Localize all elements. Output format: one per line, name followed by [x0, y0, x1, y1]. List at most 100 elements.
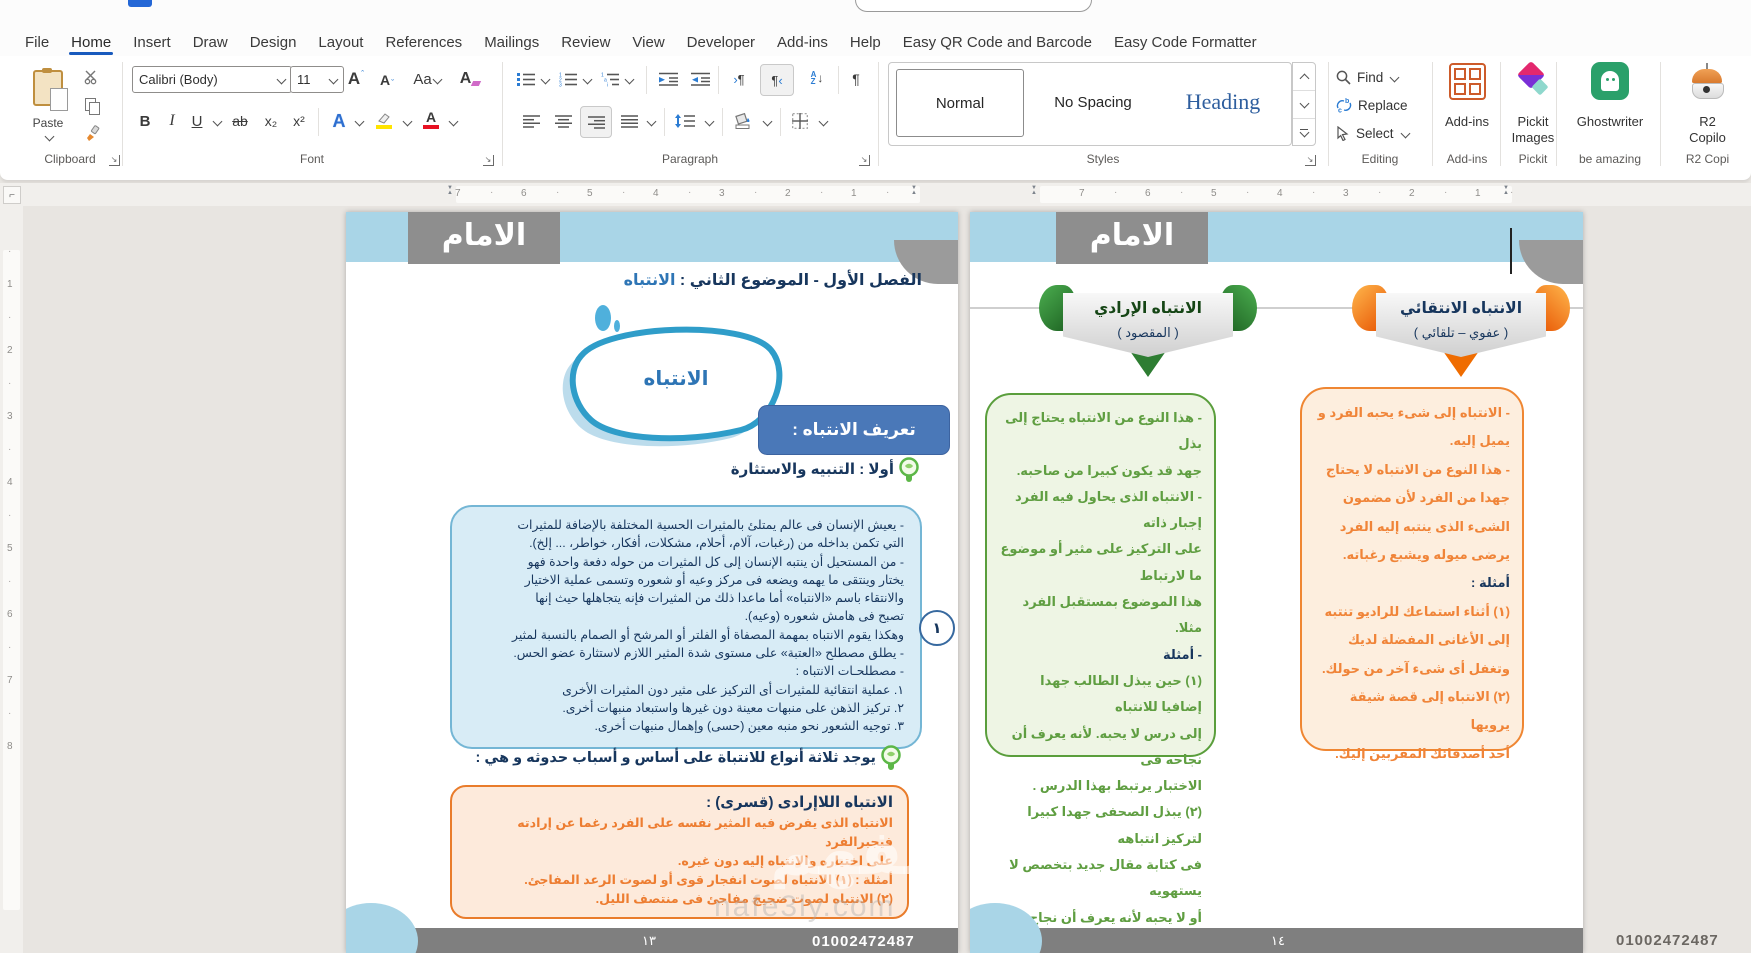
- rtl-direction-button[interactable]: ¶‹: [760, 64, 794, 96]
- ruler-mark: ·: [1114, 187, 1118, 198]
- tab-design[interactable]: Design: [239, 28, 308, 56]
- cut-button[interactable]: [80, 66, 104, 88]
- decrease-indent-button[interactable]: [686, 66, 714, 92]
- search-box-remnant[interactable]: [855, 0, 1092, 12]
- tab-easy-qr[interactable]: Easy QR Code and Barcode: [892, 28, 1103, 56]
- ghostwriter-button[interactable]: [1591, 62, 1629, 100]
- shading-button[interactable]: [728, 106, 758, 134]
- r2-copilot-button[interactable]: [1688, 60, 1726, 102]
- ruler-mark: 1: [7, 279, 13, 290]
- justify-button[interactable]: [616, 108, 642, 134]
- chapter-title-topic: الانتباه: [623, 272, 676, 289]
- style-normal[interactable]: Normal: [896, 69, 1024, 137]
- tab-layout[interactable]: Layout: [307, 28, 374, 56]
- page-right[interactable]: الامام الانتباه الإرادي ( المقصود ) الان…: [970, 212, 1583, 953]
- tab-help[interactable]: Help: [839, 28, 892, 56]
- definition-heading-box: تعريف الانتباه :: [758, 405, 950, 455]
- tab-references[interactable]: References: [374, 28, 473, 56]
- multilevel-list-button[interactable]: 1ai: [598, 66, 622, 92]
- right-indent-marker-right-page[interactable]: ▼ ▲: [1503, 185, 1509, 196]
- chapter-title: الفصل الأول - الموضوع الثاني : الانتباه: [486, 270, 922, 290]
- format-painter-button[interactable]: [80, 122, 104, 144]
- paste-label: Paste: [32, 116, 64, 130]
- grow-font-button[interactable]: Aˆ: [342, 66, 370, 92]
- font-size-combo[interactable]: 11: [290, 66, 344, 93]
- ruler-mark: ·: [754, 187, 758, 198]
- copy-button[interactable]: [80, 94, 104, 116]
- footer-phone-left: 01002472487: [812, 933, 915, 950]
- ruler-mark: ·: [490, 187, 494, 198]
- tab-home[interactable]: Home: [60, 28, 122, 56]
- change-case-button[interactable]: Aa: [408, 66, 446, 92]
- paragraph-dialog-launcher[interactable]: ↘: [859, 155, 870, 166]
- superscript-button[interactable]: x²: [286, 108, 312, 134]
- styles-dialog-launcher[interactable]: ↘: [1305, 155, 1316, 166]
- svg-text:b: b: [1345, 98, 1349, 105]
- increase-indent-button[interactable]: [654, 66, 682, 92]
- font-dialog-launcher[interactable]: ↘: [483, 155, 494, 166]
- indent-marker[interactable]: ▼ ▲: [447, 185, 453, 196]
- clear-formatting-button[interactable]: A: [456, 66, 484, 92]
- borders-button[interactable]: [786, 108, 814, 134]
- tab-view[interactable]: View: [621, 28, 675, 56]
- strikethrough-button[interactable]: ab: [226, 108, 254, 134]
- numbering-button[interactable]: 123: [556, 66, 580, 92]
- ruler-mark: ·: [556, 187, 560, 198]
- add-ins-button[interactable]: [1448, 62, 1486, 100]
- logo-text-right: الامام: [1089, 218, 1175, 252]
- tab-mailings[interactable]: Mailings: [473, 28, 550, 56]
- right-indent-marker[interactable]: ▼ ▲: [911, 185, 917, 196]
- paste-button[interactable]: Paste: [24, 62, 72, 148]
- font-name-combo[interactable]: Calibri (Body): [132, 66, 292, 93]
- paint-bucket-icon: [735, 112, 750, 129]
- ruler-mark: 6: [7, 609, 13, 620]
- pickit-button[interactable]: [1516, 60, 1552, 98]
- styles-scroll: [1292, 62, 1316, 146]
- tab-review[interactable]: Review: [550, 28, 621, 56]
- tab-file[interactable]: File: [14, 28, 60, 56]
- text-effects-button[interactable]: A: [326, 108, 352, 134]
- info-line: ١. عملية انتقائية للمثيرات أى التركيز عل…: [562, 682, 904, 697]
- clipboard-group-label: Clipboard: [44, 152, 96, 166]
- ruler-mark: ·: [8, 378, 12, 389]
- align-center-button[interactable]: [550, 108, 576, 134]
- tab-draw[interactable]: Draw: [182, 28, 239, 56]
- show-hide-marks-button[interactable]: ¶: [844, 66, 868, 92]
- clipboard-dialog-launcher[interactable]: ↘: [109, 155, 120, 166]
- ltr-direction-button[interactable]: ›¶: [724, 66, 754, 92]
- tab-insert[interactable]: Insert: [122, 28, 182, 56]
- selective-attention-box: - الانتباه إلى شىء يحبه الفرد و يميل إليه…: [1300, 387, 1524, 761]
- select-button[interactable]: Select: [1336, 120, 1428, 146]
- highlight-color-button[interactable]: [370, 106, 398, 134]
- horizontal-ruler[interactable]: [0, 183, 1751, 206]
- sort-button[interactable]: AZ ↓: [802, 64, 832, 92]
- align-right-button[interactable]: [580, 106, 612, 138]
- style-no-spacing[interactable]: No Spacing: [1030, 69, 1156, 135]
- shrink-font-button[interactable]: Aˇ: [374, 68, 400, 92]
- indent-marker-right-page[interactable]: ▼ ▲: [1031, 185, 1037, 196]
- replace-button[interactable]: bc Replace: [1336, 92, 1428, 118]
- vertical-ruler[interactable]: [0, 206, 23, 953]
- align-left-button[interactable]: [518, 108, 544, 134]
- ruler-mark: 3: [719, 188, 725, 199]
- line-spacing-button[interactable]: [670, 108, 700, 134]
- subscript-button[interactable]: x₂: [258, 108, 284, 134]
- font-color-button[interactable]: A: [418, 106, 444, 134]
- page-left[interactable]: الامام الفصل الأول - الموضوع الثاني : ال…: [346, 212, 958, 953]
- italic-button[interactable]: I: [162, 108, 182, 134]
- tab-developer[interactable]: Developer: [676, 28, 766, 56]
- bullets-button[interactable]: [514, 66, 538, 92]
- tab-selector[interactable]: ⌐: [3, 186, 21, 204]
- tab-easy-code-formatter[interactable]: Easy Code Formatter: [1103, 28, 1268, 56]
- styles-more-button[interactable]: [1293, 119, 1315, 146]
- tab-add-ins[interactable]: Add-ins: [766, 28, 839, 56]
- style-heading[interactable]: Heading: [1164, 69, 1282, 135]
- find-button[interactable]: Find: [1336, 64, 1426, 90]
- styles-scroll-up[interactable]: [1293, 63, 1315, 91]
- styles-scroll-down[interactable]: [1293, 91, 1315, 119]
- info-line: - يطلق مصطلح «العتبة» على مستوى شدة المث…: [513, 646, 904, 661]
- ruler-mark: 2: [1409, 188, 1415, 199]
- bold-button[interactable]: B: [134, 108, 156, 134]
- underline-button[interactable]: U: [186, 108, 208, 134]
- text-effects-label: A: [332, 110, 346, 131]
